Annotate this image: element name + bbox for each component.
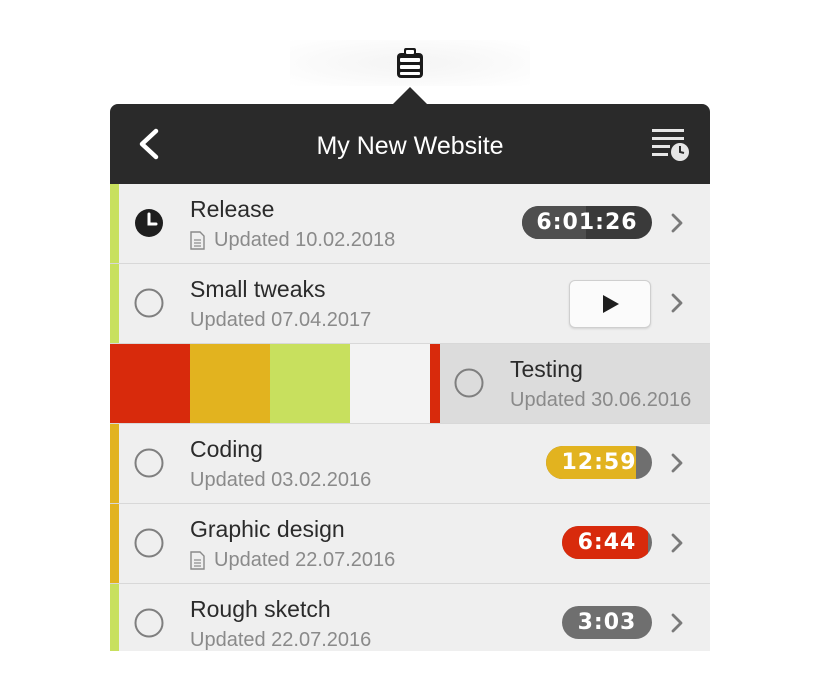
task-row-rough-sketch[interactable]: Rough sketch Updated 22.07.2016 3:03 xyxy=(110,584,710,651)
task-updated: Updated 10.02.2018 xyxy=(190,229,395,252)
color-amber-button[interactable] xyxy=(190,344,270,423)
task-name: Release xyxy=(190,196,275,222)
chevron-right-icon[interactable] xyxy=(670,532,684,554)
task-updated: Updated 22.07.2016 xyxy=(190,629,372,651)
back-button[interactable] xyxy=(132,126,168,162)
swiped-row-body: Testing Updated 30.06.2016 xyxy=(440,344,710,423)
color-lime-button[interactable] xyxy=(270,344,350,423)
task-updated: Updated 22.07.2016 xyxy=(190,549,395,572)
timer-badge[interactable]: 6:44 xyxy=(562,526,652,559)
color-none-button[interactable] xyxy=(350,344,430,423)
task-row-testing[interactable]: Testing Updated 30.06.2016 xyxy=(110,344,710,424)
task-name: Graphic design xyxy=(190,516,345,542)
chevron-right-icon[interactable] xyxy=(670,612,684,634)
task-updated: Updated 30.06.2016 xyxy=(510,389,692,411)
circle-checkbox-icon[interactable] xyxy=(134,448,164,478)
play-button[interactable] xyxy=(569,280,651,328)
circle-checkbox-icon[interactable] xyxy=(134,288,164,318)
task-name: Testing xyxy=(510,356,583,382)
timer-badge[interactable]: 3:03 xyxy=(562,606,652,639)
task-row-release[interactable]: Release Updated 10.02.2018 6:01:26 xyxy=(110,184,710,264)
priority-strip xyxy=(110,264,119,343)
task-popover: My New Website Release Updated 10.02.201… xyxy=(110,104,710,651)
color-swipe-actions xyxy=(110,344,440,423)
task-name: Small tweaks xyxy=(190,276,326,302)
task-name: Coding xyxy=(190,436,263,462)
circle-checkbox-icon[interactable] xyxy=(134,528,164,558)
task-row-small-tweaks[interactable]: Small tweaks Updated 07.04.2017 xyxy=(110,264,710,344)
popover-arrow xyxy=(392,87,428,105)
priority-strip xyxy=(110,424,119,503)
task-name: Rough sketch xyxy=(190,596,331,622)
task-row-graphic-design[interactable]: Graphic design Updated 22.07.2016 6:44 xyxy=(110,504,710,584)
task-row-coding[interactable]: Coding Updated 03.02.2016 12:59 xyxy=(110,424,710,504)
task-updated: Updated 07.04.2017 xyxy=(190,309,372,331)
priority-strip xyxy=(110,184,119,263)
clipboard-stack-icon[interactable] xyxy=(394,46,426,80)
priority-strip xyxy=(430,344,440,423)
timer-badge[interactable]: 12:59 xyxy=(546,446,652,479)
document-icon xyxy=(190,231,205,250)
circle-checkbox-icon[interactable] xyxy=(454,368,484,398)
timer-badge[interactable]: 6:01:26 xyxy=(522,206,652,239)
document-icon xyxy=(190,551,205,570)
circle-checkbox-icon[interactable] xyxy=(134,608,164,638)
priority-strip xyxy=(110,504,119,583)
page-title: My New Website xyxy=(316,132,504,160)
color-red-button[interactable] xyxy=(110,344,190,423)
list-clock-icon[interactable] xyxy=(650,126,692,164)
chevron-right-icon[interactable] xyxy=(670,292,684,314)
running-clock-icon[interactable] xyxy=(134,208,164,238)
popover-header: My New Website xyxy=(110,104,710,184)
task-updated: Updated 03.02.2016 xyxy=(190,469,372,491)
play-icon xyxy=(603,295,619,313)
chevron-right-icon[interactable] xyxy=(670,212,684,234)
chevron-right-icon[interactable] xyxy=(670,452,684,474)
priority-strip xyxy=(110,584,119,651)
